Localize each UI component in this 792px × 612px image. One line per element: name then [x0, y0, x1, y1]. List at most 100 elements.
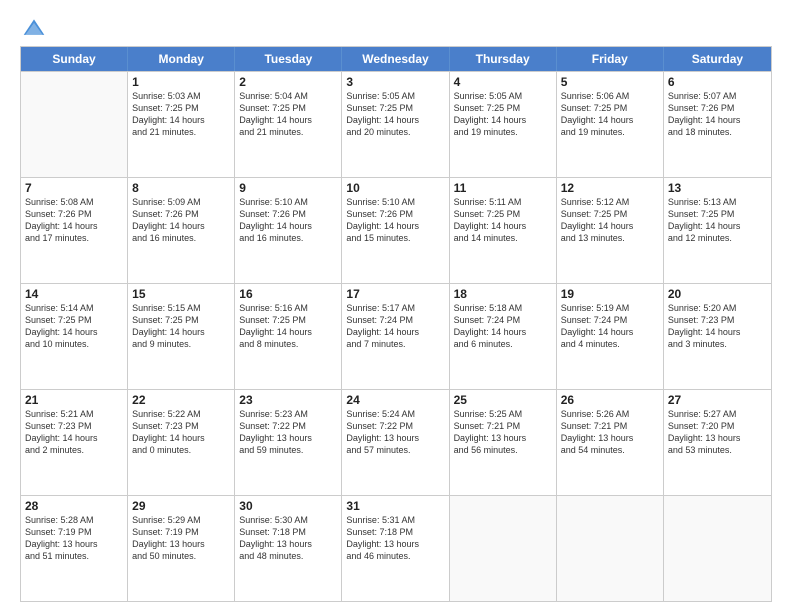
day-number: 18 [454, 287, 552, 301]
day-cell-17: 17Sunrise: 5:17 AMSunset: 7:24 PMDayligh… [342, 284, 449, 389]
logo-icon [22, 16, 46, 40]
day-cell-21: 21Sunrise: 5:21 AMSunset: 7:23 PMDayligh… [21, 390, 128, 495]
day-number: 21 [25, 393, 123, 407]
day-cell-8: 8Sunrise: 5:09 AMSunset: 7:26 PMDaylight… [128, 178, 235, 283]
empty-cell [664, 496, 771, 601]
cell-info: Sunrise: 5:10 AMSunset: 7:26 PMDaylight:… [239, 196, 337, 245]
cell-info: Sunrise: 5:13 AMSunset: 7:25 PMDaylight:… [668, 196, 767, 245]
day-cell-22: 22Sunrise: 5:22 AMSunset: 7:23 PMDayligh… [128, 390, 235, 495]
cell-info: Sunrise: 5:06 AMSunset: 7:25 PMDaylight:… [561, 90, 659, 139]
day-cell-31: 31Sunrise: 5:31 AMSunset: 7:18 PMDayligh… [342, 496, 449, 601]
cell-info: Sunrise: 5:05 AMSunset: 7:25 PMDaylight:… [454, 90, 552, 139]
header-day-sunday: Sunday [21, 47, 128, 71]
day-number: 27 [668, 393, 767, 407]
day-number: 1 [132, 75, 230, 89]
cell-info: Sunrise: 5:16 AMSunset: 7:25 PMDaylight:… [239, 302, 337, 351]
calendar-row-4: 21Sunrise: 5:21 AMSunset: 7:23 PMDayligh… [21, 389, 771, 495]
day-number: 10 [346, 181, 444, 195]
day-number: 3 [346, 75, 444, 89]
day-cell-11: 11Sunrise: 5:11 AMSunset: 7:25 PMDayligh… [450, 178, 557, 283]
day-number: 11 [454, 181, 552, 195]
day-cell-1: 1Sunrise: 5:03 AMSunset: 7:25 PMDaylight… [128, 72, 235, 177]
header-day-monday: Monday [128, 47, 235, 71]
day-cell-20: 20Sunrise: 5:20 AMSunset: 7:23 PMDayligh… [664, 284, 771, 389]
cell-info: Sunrise: 5:14 AMSunset: 7:25 PMDaylight:… [25, 302, 123, 351]
cell-info: Sunrise: 5:04 AMSunset: 7:25 PMDaylight:… [239, 90, 337, 139]
day-cell-28: 28Sunrise: 5:28 AMSunset: 7:19 PMDayligh… [21, 496, 128, 601]
calendar-row-1: 1Sunrise: 5:03 AMSunset: 7:25 PMDaylight… [21, 71, 771, 177]
day-number: 17 [346, 287, 444, 301]
cell-info: Sunrise: 5:17 AMSunset: 7:24 PMDaylight:… [346, 302, 444, 351]
day-cell-29: 29Sunrise: 5:29 AMSunset: 7:19 PMDayligh… [128, 496, 235, 601]
day-cell-24: 24Sunrise: 5:24 AMSunset: 7:22 PMDayligh… [342, 390, 449, 495]
cell-info: Sunrise: 5:29 AMSunset: 7:19 PMDaylight:… [132, 514, 230, 563]
day-number: 22 [132, 393, 230, 407]
day-cell-4: 4Sunrise: 5:05 AMSunset: 7:25 PMDaylight… [450, 72, 557, 177]
page: SundayMondayTuesdayWednesdayThursdayFrid… [0, 0, 792, 612]
day-number: 24 [346, 393, 444, 407]
cell-info: Sunrise: 5:18 AMSunset: 7:24 PMDaylight:… [454, 302, 552, 351]
day-number: 25 [454, 393, 552, 407]
header-day-thursday: Thursday [450, 47, 557, 71]
day-number: 9 [239, 181, 337, 195]
cell-info: Sunrise: 5:15 AMSunset: 7:25 PMDaylight:… [132, 302, 230, 351]
day-number: 28 [25, 499, 123, 513]
day-cell-7: 7Sunrise: 5:08 AMSunset: 7:26 PMDaylight… [21, 178, 128, 283]
cell-info: Sunrise: 5:10 AMSunset: 7:26 PMDaylight:… [346, 196, 444, 245]
day-cell-15: 15Sunrise: 5:15 AMSunset: 7:25 PMDayligh… [128, 284, 235, 389]
cell-info: Sunrise: 5:19 AMSunset: 7:24 PMDaylight:… [561, 302, 659, 351]
cell-info: Sunrise: 5:08 AMSunset: 7:26 PMDaylight:… [25, 196, 123, 245]
day-number: 20 [668, 287, 767, 301]
empty-cell [557, 496, 664, 601]
day-number: 6 [668, 75, 767, 89]
calendar-body: 1Sunrise: 5:03 AMSunset: 7:25 PMDaylight… [21, 71, 771, 601]
day-cell-23: 23Sunrise: 5:23 AMSunset: 7:22 PMDayligh… [235, 390, 342, 495]
header-day-friday: Friday [557, 47, 664, 71]
day-number: 30 [239, 499, 337, 513]
day-number: 26 [561, 393, 659, 407]
day-number: 31 [346, 499, 444, 513]
day-number: 7 [25, 181, 123, 195]
day-cell-27: 27Sunrise: 5:27 AMSunset: 7:20 PMDayligh… [664, 390, 771, 495]
day-number: 19 [561, 287, 659, 301]
cell-info: Sunrise: 5:09 AMSunset: 7:26 PMDaylight:… [132, 196, 230, 245]
day-cell-16: 16Sunrise: 5:16 AMSunset: 7:25 PMDayligh… [235, 284, 342, 389]
cell-info: Sunrise: 5:31 AMSunset: 7:18 PMDaylight:… [346, 514, 444, 563]
day-cell-19: 19Sunrise: 5:19 AMSunset: 7:24 PMDayligh… [557, 284, 664, 389]
calendar-row-3: 14Sunrise: 5:14 AMSunset: 7:25 PMDayligh… [21, 283, 771, 389]
cell-info: Sunrise: 5:12 AMSunset: 7:25 PMDaylight:… [561, 196, 659, 245]
logo-general [20, 16, 46, 40]
cell-info: Sunrise: 5:21 AMSunset: 7:23 PMDaylight:… [25, 408, 123, 457]
cell-info: Sunrise: 5:30 AMSunset: 7:18 PMDaylight:… [239, 514, 337, 563]
day-number: 15 [132, 287, 230, 301]
day-cell-12: 12Sunrise: 5:12 AMSunset: 7:25 PMDayligh… [557, 178, 664, 283]
calendar-header: SundayMondayTuesdayWednesdayThursdayFrid… [21, 47, 771, 71]
day-number: 2 [239, 75, 337, 89]
cell-info: Sunrise: 5:03 AMSunset: 7:25 PMDaylight:… [132, 90, 230, 139]
header-day-saturday: Saturday [664, 47, 771, 71]
day-cell-2: 2Sunrise: 5:04 AMSunset: 7:25 PMDaylight… [235, 72, 342, 177]
calendar-row-2: 7Sunrise: 5:08 AMSunset: 7:26 PMDaylight… [21, 177, 771, 283]
cell-info: Sunrise: 5:07 AMSunset: 7:26 PMDaylight:… [668, 90, 767, 139]
cell-info: Sunrise: 5:20 AMSunset: 7:23 PMDaylight:… [668, 302, 767, 351]
calendar-row-5: 28Sunrise: 5:28 AMSunset: 7:19 PMDayligh… [21, 495, 771, 601]
header-row [20, 16, 772, 40]
cell-info: Sunrise: 5:28 AMSunset: 7:19 PMDaylight:… [25, 514, 123, 563]
header-day-tuesday: Tuesday [235, 47, 342, 71]
day-number: 16 [239, 287, 337, 301]
day-cell-10: 10Sunrise: 5:10 AMSunset: 7:26 PMDayligh… [342, 178, 449, 283]
day-cell-14: 14Sunrise: 5:14 AMSunset: 7:25 PMDayligh… [21, 284, 128, 389]
day-cell-13: 13Sunrise: 5:13 AMSunset: 7:25 PMDayligh… [664, 178, 771, 283]
cell-info: Sunrise: 5:24 AMSunset: 7:22 PMDaylight:… [346, 408, 444, 457]
cell-info: Sunrise: 5:05 AMSunset: 7:25 PMDaylight:… [346, 90, 444, 139]
cell-info: Sunrise: 5:25 AMSunset: 7:21 PMDaylight:… [454, 408, 552, 457]
header-day-wednesday: Wednesday [342, 47, 449, 71]
cell-info: Sunrise: 5:26 AMSunset: 7:21 PMDaylight:… [561, 408, 659, 457]
day-cell-30: 30Sunrise: 5:30 AMSunset: 7:18 PMDayligh… [235, 496, 342, 601]
empty-cell [450, 496, 557, 601]
day-number: 8 [132, 181, 230, 195]
day-number: 4 [454, 75, 552, 89]
day-cell-9: 9Sunrise: 5:10 AMSunset: 7:26 PMDaylight… [235, 178, 342, 283]
cell-info: Sunrise: 5:22 AMSunset: 7:23 PMDaylight:… [132, 408, 230, 457]
day-cell-18: 18Sunrise: 5:18 AMSunset: 7:24 PMDayligh… [450, 284, 557, 389]
